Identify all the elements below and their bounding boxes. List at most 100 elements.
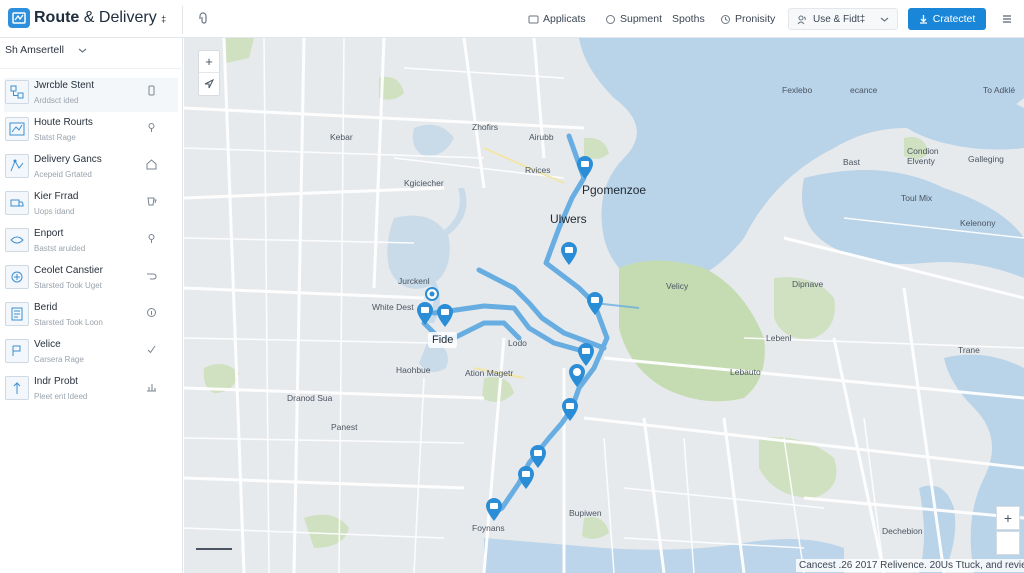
sidebar-item[interactable]: Velice Carsera Rage	[4, 337, 178, 371]
pin-icon[interactable]	[146, 122, 157, 133]
map-view[interactable]: + + Kebar Zhofirs Airubb Rvices Pgomenzo…	[184, 38, 1024, 573]
circle-icon	[606, 14, 615, 24]
sidebar-item-title: Jwrcble Stent	[34, 80, 95, 91]
map-label: ecance	[850, 85, 878, 95]
sidebar-item[interactable]: Kier Frrad Uops idand	[4, 189, 178, 223]
sidebar-item-subtitle: Statst Rage	[34, 133, 76, 142]
delivery-pin-icon[interactable]	[568, 364, 586, 388]
nav-applicats[interactable]: Applicats	[528, 13, 586, 25]
sidebar-item-title: Indr Probt	[34, 376, 78, 387]
map-label: Zhofirs	[472, 122, 498, 132]
users-icon	[797, 15, 806, 24]
map-route-icon	[5, 117, 29, 141]
sidebar-item-subtitle: Uops idand	[34, 207, 75, 216]
sidebar-select[interactable]: Sh Amsertell	[5, 44, 87, 56]
map-label: Ulwers	[550, 212, 587, 226]
delivery-map-icon	[5, 154, 29, 178]
vehicle-icon	[5, 339, 29, 363]
nav-supment[interactable]: Supment	[605, 13, 662, 25]
map-scale-bar	[196, 548, 232, 550]
sidebar-divider	[0, 68, 183, 69]
cup-icon[interactable]	[146, 196, 157, 207]
document-icon	[5, 302, 29, 326]
delivery-pin-icon[interactable]	[576, 156, 594, 180]
map-attribution: Cancest .26 2017 Relivence. 20Us Ttuck, …	[796, 559, 1024, 572]
map-label: Fexlebo	[782, 85, 813, 95]
user-dropdown[interactable]: Use & Fidt‡	[788, 8, 898, 30]
sidebar-item[interactable]: Delivery Gancs Acepeid Grtated	[4, 152, 178, 186]
map-label: Pgomenzoe	[582, 183, 647, 197]
sidebar-item-subtitle: Starsted Took Loon	[34, 318, 103, 327]
delivery-pin-icon[interactable]	[586, 292, 604, 316]
map-label: Kgiciecher	[404, 178, 444, 188]
chevron-down-icon	[880, 17, 889, 22]
download-icon	[919, 15, 927, 24]
pin-icon[interactable]	[146, 233, 157, 244]
zoom-out-button[interactable]	[996, 531, 1020, 555]
map-label: Velicy	[666, 281, 689, 291]
sidebar-item[interactable]: Jwrcble Stent Arddsct ided	[4, 78, 178, 112]
map-label: Kelenony	[960, 218, 996, 228]
map-label: Jurckenl	[398, 276, 430, 286]
chevron-down-icon	[78, 48, 87, 53]
sidebar-item-title: Enport	[34, 228, 64, 239]
target-icon[interactable]	[424, 286, 440, 302]
sidebar-item[interactable]: Houte Rourts Statst Rage	[4, 115, 178, 149]
sidebar: Sh Amsertell Jwrcble Stent Arddsct ided …	[0, 38, 183, 573]
map-label: Bast	[843, 157, 861, 167]
sidebar-item[interactable]: Indr Probt Pleet ent ldeed	[4, 374, 178, 408]
map-label: Dranod Sua	[287, 393, 333, 403]
home-icon[interactable]	[146, 159, 157, 170]
map-label: Rvices	[525, 165, 551, 175]
box-icon	[528, 15, 539, 23]
map-label: Kebar	[330, 132, 353, 142]
sidebar-item-subtitle: Bastst aruided	[34, 244, 86, 253]
create-button[interactable]: Cratectet	[908, 8, 986, 30]
map-label: Fide	[428, 332, 458, 348]
zoom-in-button[interactable]: +	[199, 51, 219, 73]
sidebar-item-subtitle: Arddsct ided	[34, 96, 79, 105]
map-label: Lebenl	[766, 333, 792, 343]
chart-icon[interactable]	[146, 381, 157, 392]
sidebar-item-subtitle: Pleet ent ldeed	[34, 392, 88, 401]
delivery-pin-icon[interactable]	[416, 302, 434, 326]
attach-icon[interactable]	[196, 12, 210, 26]
locate-button[interactable]	[199, 73, 219, 95]
map-label: To Adklé	[983, 85, 1016, 95]
menu-icon[interactable]	[1001, 13, 1013, 25]
map-label: Bupiwen	[569, 508, 602, 518]
sidebar-item-title: Berid	[34, 302, 58, 313]
delivery-pin-icon[interactable]	[485, 498, 503, 522]
map-label: Haohbue	[396, 365, 431, 375]
check-icon[interactable]	[146, 344, 157, 355]
zoom-in-button[interactable]: +	[996, 506, 1020, 530]
map-label: Condion Elventy	[907, 146, 939, 166]
phone-icon[interactable]	[146, 85, 157, 96]
delivery-pin-icon[interactable]	[436, 304, 454, 328]
clock-icon	[721, 14, 730, 24]
delivery-pin-icon[interactable]	[517, 466, 535, 490]
info-icon[interactable]	[146, 307, 157, 318]
sidebar-item-subtitle: Starsted Took Uget	[34, 281, 102, 290]
nav-spoths[interactable]: Spoths	[672, 13, 705, 25]
map-label: Foynans	[472, 523, 505, 533]
truck-icon	[5, 191, 29, 215]
sidebar-item[interactable]: Enport Bastst aruided	[4, 226, 178, 260]
sidebar-item-title: Delivery Gancs	[34, 154, 102, 165]
map-label: Lebauto	[730, 367, 761, 377]
sidebar-item-subtitle: Carsera Rage	[34, 355, 84, 364]
map-label: Airubb	[529, 132, 554, 142]
sidebar-item-title: Ceolet Canstier	[34, 265, 103, 276]
arrow-up-icon	[5, 376, 29, 400]
map-label: Trane	[958, 345, 980, 355]
map-label: Dechebion	[882, 526, 923, 536]
topbar-divider	[182, 6, 183, 34]
delivery-pin-icon[interactable]	[561, 398, 579, 422]
sidebar-item[interactable]: Ceolet Canstier Starsted Took Uget	[4, 263, 178, 297]
link-icon[interactable]	[146, 270, 157, 281]
map-canvas	[184, 38, 1024, 573]
sidebar-item[interactable]: Berid Starsted Took Loon	[4, 300, 178, 334]
nav-pronisity[interactable]: Pronisity	[720, 13, 775, 25]
map-label: Dipnave	[792, 279, 824, 289]
delivery-pin-icon[interactable]	[560, 242, 578, 266]
